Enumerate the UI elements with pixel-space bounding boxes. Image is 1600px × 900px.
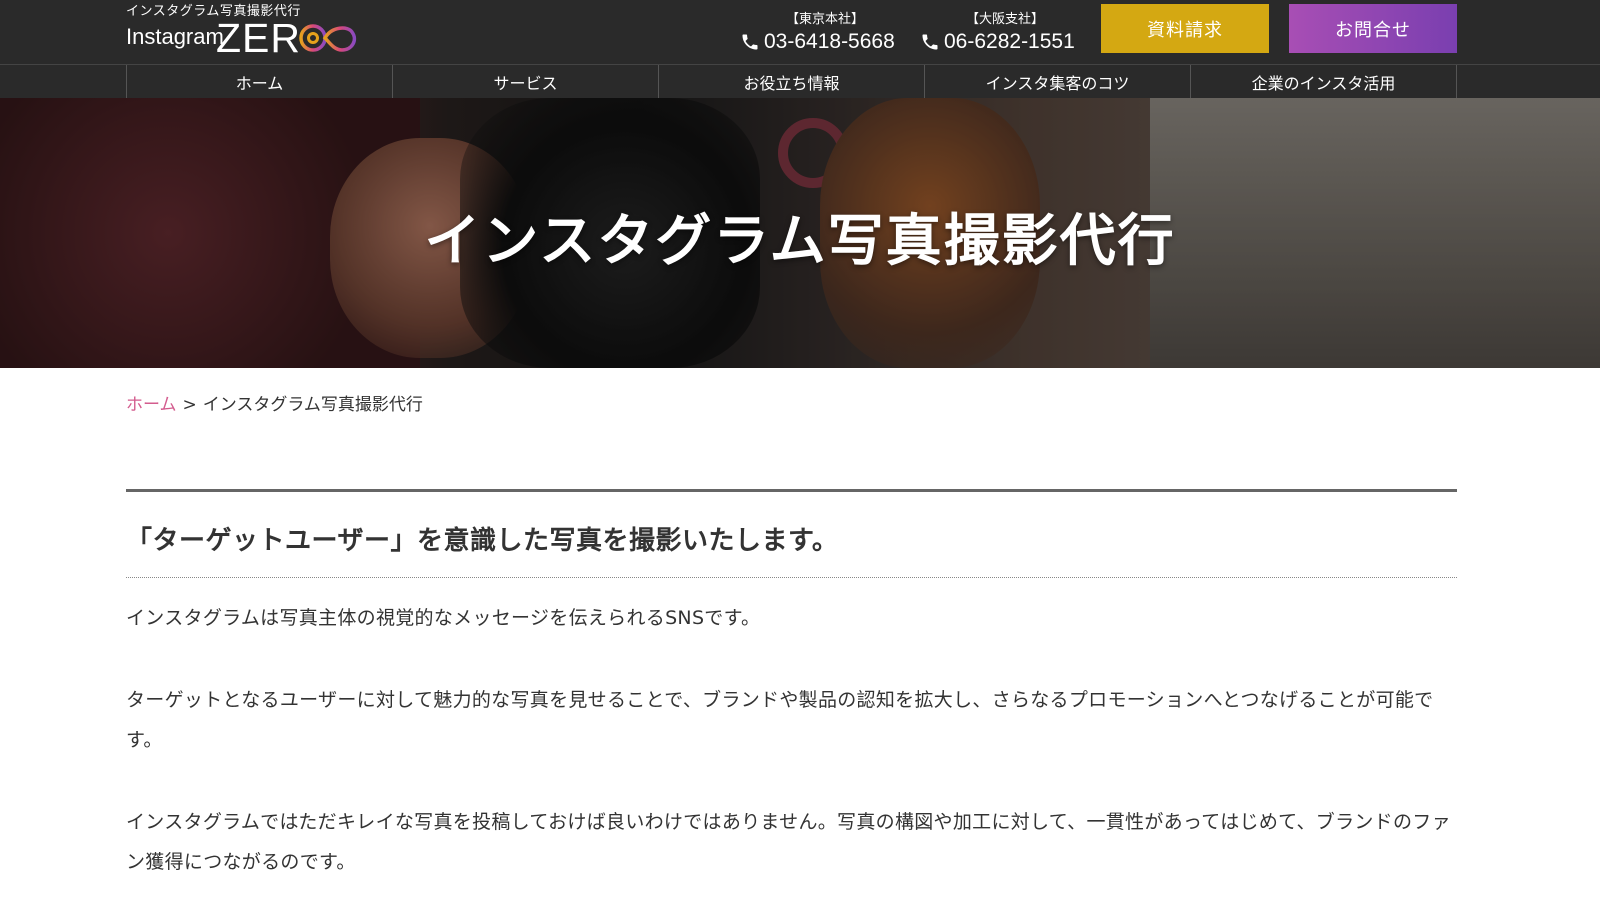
phone-number-text: 06-6282-1551 — [944, 30, 1075, 53]
document-request-button[interactable]: 資料請求 — [1101, 4, 1269, 53]
phone-tokyo[interactable]: 【東京本社】 03-6418-5668 — [740, 6, 920, 58]
phone-icon — [742, 34, 758, 50]
main-nav: ホーム サービス お役立ち情報 インスタ集客のコツ 企業のインスタ活用 — [0, 64, 1600, 98]
hero-banner: インスタグラム写真撮影代行 — [0, 98, 1600, 368]
phone-office-label: 【東京本社】 — [785, 12, 864, 27]
body-paragraph: インスタグラムではただキレイな写真を投稿しておけば良いわけではありません。写真の… — [126, 811, 1451, 873]
phone-number-text: 03-6418-5668 — [764, 30, 895, 53]
hero-title: インスタグラム写真撮影代行 — [424, 209, 1176, 274]
nav-item-business-use[interactable]: 企業のインスタ活用 — [1191, 65, 1457, 98]
contact-button[interactable]: お問合せ — [1289, 4, 1457, 53]
phone-icon — [922, 34, 938, 50]
phone-number[interactable]: 03-6418-5668 — [740, 30, 895, 54]
section-heading: 「ターゲットユーザー」を意識した写真を撮影いたします。 — [126, 526, 839, 556]
infinity-logo-icon — [299, 24, 357, 52]
phone-number[interactable]: 06-6282-1551 — [920, 30, 1075, 54]
section-top-rule — [126, 489, 1457, 492]
main-content: 「ターゲットユーザー」を意識した写真を撮影いたします。 インスタグラムは写真主体… — [126, 489, 1457, 882]
breadcrumb-separator: > — [182, 395, 197, 415]
breadcrumb: ホーム > インスタグラム写真撮影代行 — [126, 390, 423, 415]
site-logo[interactable]: インスタグラム写真撮影代行 Instagram ZER — [126, 0, 386, 64]
nav-item-useful-info[interactable]: お役立ち情報 — [659, 65, 925, 98]
body-paragraph: ターゲットとなるユーザーに対して魅力的な写真を見せることで、ブランドや製品の認知… — [126, 689, 1434, 751]
nav-list: ホーム サービス お役立ち情報 インスタ集客のコツ 企業のインスタ活用 — [126, 65, 1457, 98]
breadcrumb-current: インスタグラム写真撮影代行 — [202, 395, 423, 415]
nav-item-insta-tips[interactable]: インスタ集客のコツ — [925, 65, 1191, 98]
phone-office-label: 【大阪支社】 — [965, 12, 1044, 27]
logo-instagram-text: Instagram — [126, 24, 224, 49]
logo-zero-text: ZER — [216, 15, 301, 61]
breadcrumb-home-link[interactable]: ホーム — [126, 395, 177, 415]
body-paragraph: インスタグラムは写真主体の視覚的なメッセージを伝えられるSNSです。 — [126, 607, 761, 629]
nav-item-service[interactable]: サービス — [393, 65, 659, 98]
phone-osaka[interactable]: 【大阪支社】 06-6282-1551 — [920, 6, 1100, 58]
site-header: インスタグラム写真撮影代行 Instagram ZER 【東京本社】 03-64… — [0, 0, 1600, 64]
nav-item-home[interactable]: ホーム — [127, 65, 393, 98]
section-dotted-divider — [126, 577, 1457, 578]
